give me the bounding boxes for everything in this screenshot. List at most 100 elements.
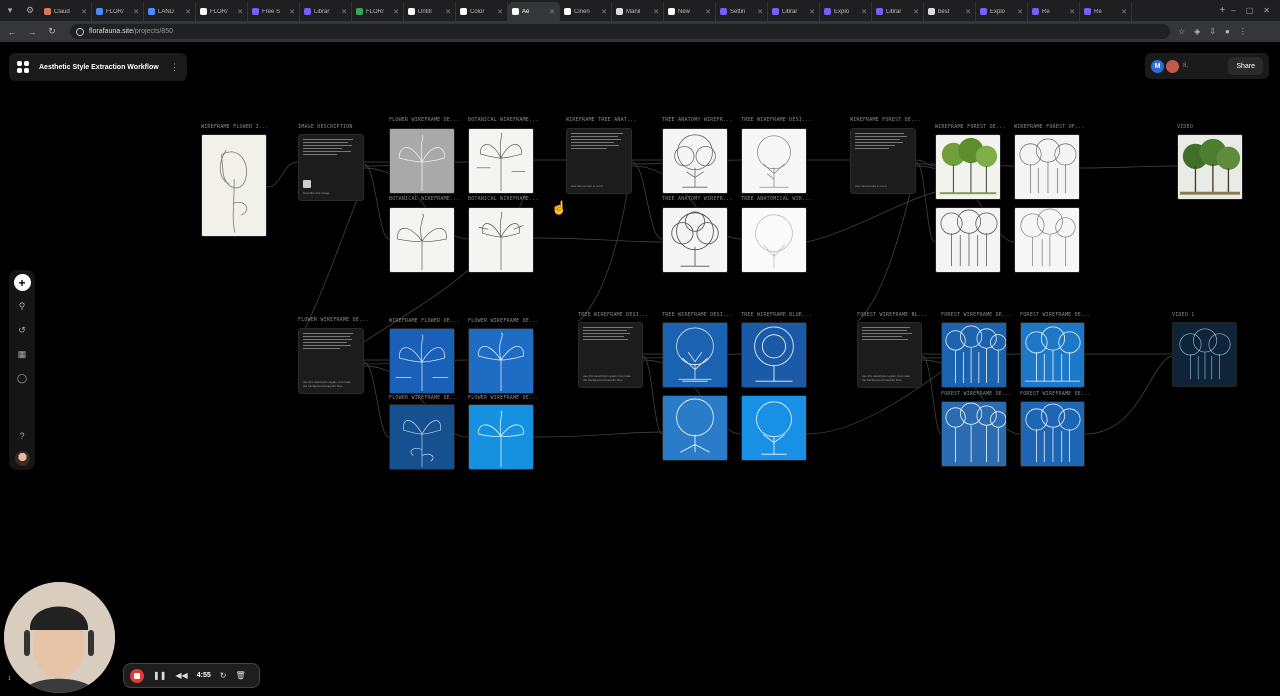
user-avatar[interactable]: M bbox=[1151, 59, 1164, 73]
image-node-wireframe-flower[interactable] bbox=[201, 134, 267, 237]
delete-icon[interactable]: 🗑 bbox=[235, 671, 245, 680]
browser-tab[interactable]: Explo ✕ bbox=[976, 2, 1028, 21]
video-node[interactable] bbox=[1177, 134, 1243, 200]
image-node-tree-wireframe[interactable] bbox=[741, 128, 807, 194]
text-node-tree-blueprint[interactable]: use this description again, but make the… bbox=[578, 322, 643, 388]
image-node-tree-blueprint-2[interactable] bbox=[741, 322, 807, 388]
image-node-forest-wireframe[interactable] bbox=[1014, 134, 1080, 200]
help-icon[interactable]: ? bbox=[14, 427, 31, 444]
browser-tab[interactable]: Re ✕ bbox=[1028, 2, 1080, 21]
image-node-tree-anatomical[interactable] bbox=[741, 207, 807, 273]
profile-icon[interactable]: ● bbox=[1225, 27, 1230, 36]
tab-close-icon[interactable]: ✕ bbox=[1017, 8, 1023, 16]
browser-tab[interactable]: Untitl ✕ bbox=[404, 2, 456, 21]
shapes-icon[interactable]: ⚲ bbox=[14, 298, 31, 315]
share-button[interactable]: Share bbox=[1228, 57, 1263, 75]
text-node-image-description[interactable]: Describe this image bbox=[298, 134, 364, 201]
tab-close-icon[interactable]: ✕ bbox=[185, 8, 191, 16]
tab-close-icon[interactable]: ✕ bbox=[705, 8, 711, 16]
templates-icon[interactable]: ▦ bbox=[14, 346, 31, 363]
url-field[interactable]: florafauna.site/projects/850 bbox=[70, 24, 1170, 39]
history-icon[interactable]: ↺ bbox=[14, 322, 31, 339]
menu-kebab-icon[interactable]: ⋮ bbox=[1239, 27, 1247, 36]
browser-tab[interactable]: FLOR/ ✕ bbox=[196, 2, 248, 21]
image-node-tree-blueprint-4[interactable] bbox=[741, 395, 807, 461]
site-info-icon[interactable] bbox=[76, 27, 84, 36]
text-node-tree-anatomy[interactable]: Use this prompt to run it bbox=[566, 128, 632, 194]
pause-icon[interactable]: ❚❚ bbox=[153, 671, 166, 680]
minimize-icon[interactable]: – bbox=[1231, 6, 1235, 15]
browser-tab[interactable]: Claud ✕ bbox=[40, 2, 92, 21]
image-node-botanical-wireframe-3[interactable] bbox=[468, 207, 534, 273]
browser-tab[interactable]: Cinen ✕ bbox=[560, 2, 612, 21]
tab-close-icon[interactable]: ✕ bbox=[549, 8, 555, 16]
tab-close-icon[interactable]: ✕ bbox=[913, 8, 919, 16]
image-node-flower-wireframe[interactable] bbox=[389, 128, 455, 194]
video-node-1[interactable] bbox=[1172, 322, 1237, 387]
workflow-canvas[interactable]: Aesthetic Style Extraction Workflow ⋮ M … bbox=[0, 42, 1280, 696]
tab-close-icon[interactable]: ✕ bbox=[341, 8, 347, 16]
reload-icon[interactable]: ↻ bbox=[46, 26, 58, 37]
tab-close-icon[interactable]: ✕ bbox=[809, 8, 815, 16]
add-node-icon[interactable]: + bbox=[13, 274, 31, 291]
tab-close-icon[interactable]: ✕ bbox=[653, 8, 659, 16]
image-node-botanical-wireframe[interactable] bbox=[468, 128, 534, 194]
browser-tab[interactable]: Librar ✕ bbox=[768, 2, 820, 21]
browser-tab[interactable]: Ae ✕ bbox=[508, 2, 560, 21]
text-node-forest-blueprint[interactable]: use this description again, but make the… bbox=[857, 322, 922, 388]
image-node-forest-wireframe-2[interactable] bbox=[935, 207, 1001, 273]
image-node-tree-blueprint-3[interactable] bbox=[662, 395, 728, 461]
restart-icon[interactable]: ↻ bbox=[220, 671, 227, 680]
image-node-forest-blueprint-4[interactable] bbox=[1020, 401, 1085, 467]
image-node-forest-blueprint-3[interactable] bbox=[941, 401, 1007, 467]
tab-close-icon[interactable]: ✕ bbox=[601, 8, 607, 16]
tab-close-icon[interactable]: ✕ bbox=[133, 8, 139, 16]
downloads-icon[interactable]: ⇩ bbox=[1209, 27, 1216, 36]
close-window-icon[interactable]: ✕ bbox=[1263, 6, 1270, 15]
image-node-forest-color[interactable] bbox=[935, 134, 1001, 200]
extension-puzzle-icon[interactable]: ◈ bbox=[1194, 27, 1200, 36]
browser-tab[interactable]: Librar ✕ bbox=[872, 2, 924, 21]
tab-close-icon[interactable]: ✕ bbox=[497, 8, 503, 16]
browser-tab[interactable]: Color ✕ bbox=[456, 2, 508, 21]
new-tab-button[interactable]: + bbox=[1213, 5, 1231, 16]
image-node-botanical-wireframe-2[interactable] bbox=[389, 207, 455, 273]
tab-close-icon[interactable]: ✕ bbox=[81, 8, 87, 16]
maximize-icon[interactable]: ▢ bbox=[1246, 6, 1254, 15]
project-card[interactable]: Aesthetic Style Extraction Workflow ⋮ bbox=[9, 53, 187, 81]
project-menu-icon[interactable]: ⋮ bbox=[170, 62, 179, 73]
back-icon[interactable]: ← bbox=[6, 27, 18, 37]
browser-tab[interactable]: Explo ✕ bbox=[820, 2, 872, 21]
text-node-flower-blueprint[interactable]: use this description again, but make the… bbox=[298, 328, 364, 394]
browser-tab[interactable]: FLOR/ ✕ bbox=[352, 2, 404, 21]
stop-recording-button[interactable] bbox=[130, 668, 144, 683]
browser-tab[interactable]: LAND ✕ bbox=[144, 2, 196, 21]
forward-icon[interactable]: → bbox=[26, 27, 38, 37]
browser-tab[interactable]: Manil ✕ bbox=[612, 2, 664, 21]
image-node-tree-anatomy[interactable] bbox=[662, 128, 728, 194]
image-node-tree-anatomy-2[interactable] bbox=[662, 207, 728, 273]
browser-tab[interactable]: Free S ✕ bbox=[248, 2, 300, 21]
bookmark-star-icon[interactable]: ☆ bbox=[1178, 27, 1185, 36]
image-node-forest-blueprint[interactable] bbox=[941, 322, 1007, 388]
flora-logo-icon[interactable] bbox=[17, 61, 29, 73]
browser-tab[interactable]: Re ✕ bbox=[1080, 2, 1132, 21]
image-node-forest-wireframe-3[interactable] bbox=[1014, 207, 1080, 273]
browser-tab[interactable]: FLOR/ ✕ bbox=[92, 2, 144, 21]
image-node-tree-blueprint[interactable] bbox=[662, 322, 728, 388]
rewind-icon[interactable]: ◀◀ bbox=[175, 671, 187, 680]
tab-close-icon[interactable]: ✕ bbox=[237, 8, 243, 16]
profile-avatar-icon[interactable] bbox=[14, 451, 30, 466]
image-node-forest-blueprint-2[interactable] bbox=[1020, 322, 1085, 388]
browser-tab[interactable]: Librar ✕ bbox=[300, 2, 352, 21]
image-node-flower-blueprint-3[interactable] bbox=[389, 404, 455, 470]
collaborator-avatar[interactable] bbox=[1166, 59, 1179, 73]
comment-icon[interactable]: ◯ bbox=[14, 370, 31, 387]
browser-tab[interactable]: New ✕ bbox=[664, 2, 716, 21]
image-node-flower-blueprint-4[interactable] bbox=[468, 404, 534, 470]
tab-close-icon[interactable]: ✕ bbox=[445, 8, 451, 16]
image-node-flower-blueprint[interactable] bbox=[389, 328, 455, 394]
browser-tab[interactable]: Settin ✕ bbox=[716, 2, 768, 21]
tab-close-icon[interactable]: ✕ bbox=[289, 8, 295, 16]
tab-close-icon[interactable]: ✕ bbox=[965, 8, 971, 16]
